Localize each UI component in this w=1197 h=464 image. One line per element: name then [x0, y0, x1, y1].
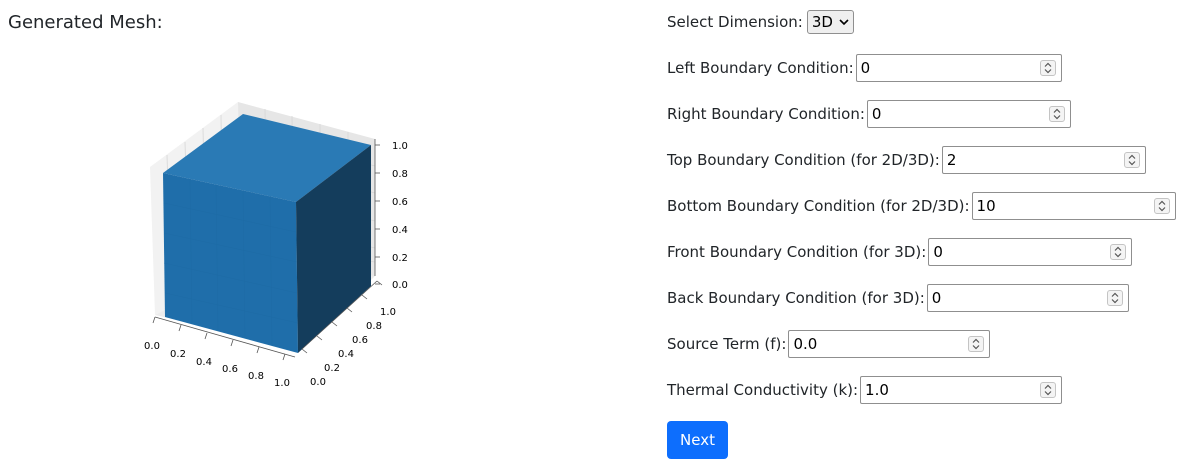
z-tick-label: 0.0 [392, 280, 408, 291]
y-tick-label: 0.0 [310, 377, 326, 388]
number-input-field[interactable] [871, 105, 1044, 123]
number-input-field[interactable] [865, 381, 1036, 399]
dimension-label: Select Dimension: [667, 13, 803, 31]
field-row: Left Boundary Condition: [667, 54, 1062, 82]
field-row: Source Term (f): [667, 330, 991, 358]
number-input[interactable] [788, 330, 991, 358]
x-tick-mark [178, 324, 182, 332]
number-input-field[interactable] [933, 243, 1106, 261]
field-label: Right Boundary Condition: [667, 105, 865, 123]
field-label: Left Boundary Condition: [667, 59, 854, 77]
number-input[interactable] [855, 54, 1062, 82]
x-tick-mark [256, 346, 260, 354]
z-tick-label: 0.2 [392, 253, 408, 264]
z-tick-label: 1.0 [392, 141, 408, 152]
y-tick-label: 0.4 [338, 349, 354, 360]
y-tick-label: 1.0 [380, 307, 396, 318]
field-label: Front Boundary Condition (for 3D): [667, 243, 927, 261]
x-tick-label: 0.6 [222, 364, 238, 375]
cube-front-face [163, 173, 298, 353]
x-tick-label: 0.4 [196, 357, 212, 368]
field-row: Back Boundary Condition (for 3D): [667, 284, 1129, 312]
field-label: Top Boundary Condition (for 2D/3D): [667, 151, 940, 169]
number-input[interactable] [971, 192, 1176, 220]
number-input[interactable] [941, 146, 1146, 174]
field-label: Back Boundary Condition (for 3D): [667, 289, 925, 307]
dimension-row: Select Dimension: 3D [667, 10, 854, 34]
spinner-icon[interactable] [968, 336, 985, 352]
number-input[interactable] [928, 238, 1133, 266]
spinner-icon[interactable] [1048, 106, 1065, 122]
spinner-icon[interactable] [1153, 198, 1170, 214]
mesh-title: Generated Mesh: [8, 12, 163, 33]
x-tick-label: 0.2 [170, 349, 186, 360]
x-tick-mark [152, 316, 156, 324]
number-input-field[interactable] [793, 335, 964, 353]
y-tick-mark [331, 321, 338, 327]
dimension-value: 3D [811, 13, 833, 31]
number-input-field[interactable] [946, 151, 1119, 169]
y-tick-label: 0.8 [366, 321, 382, 332]
field-row: Front Boundary Condition (for 3D): [667, 238, 1133, 266]
z-tick-label: 0.4 [392, 225, 408, 236]
z-tick-label: 0.8 [392, 169, 408, 180]
y-tick-mark [361, 294, 368, 300]
y-tick-label: 0.6 [352, 335, 368, 346]
field-row: Thermal Conductivity (k): [667, 376, 1063, 404]
x-tick-mark [230, 339, 234, 347]
dimension-select[interactable]: 3D [806, 10, 854, 34]
field-label: Bottom Boundary Condition (for 2D/3D): [667, 197, 970, 215]
field-row: Top Boundary Condition (for 2D/3D): [667, 146, 1146, 174]
y-tick-mark [301, 348, 308, 354]
x-tick-label: 0.8 [248, 371, 264, 382]
field-label: Thermal Conductivity (k): [667, 381, 859, 399]
number-input[interactable] [866, 100, 1071, 128]
field-row: Right Boundary Condition: [667, 100, 1071, 128]
field-label: Source Term (f): [667, 335, 787, 353]
z-tick-label: 0.6 [392, 197, 408, 208]
chevron-down-icon [839, 16, 849, 29]
mesh-plot: 0.0 0.2 0.4 0.6 0.8 1.0 0.0 0.2 0.4 0.6 0.8 1.0 0.0 0… [130, 95, 420, 404]
field-row: Bottom Boundary Condition (for 2D/3D): [667, 192, 1176, 220]
y-tick-mark [316, 335, 323, 341]
number-input-field[interactable] [976, 197, 1149, 215]
x-tick-mark [282, 353, 286, 361]
next-button[interactable]: Next [667, 421, 728, 459]
number-input[interactable] [926, 284, 1129, 312]
spinner-icon[interactable] [1106, 290, 1123, 306]
y-tick-label: 0.2 [324, 363, 340, 374]
number-input-field[interactable] [860, 59, 1035, 77]
spinner-icon[interactable] [1110, 244, 1127, 260]
spinner-icon[interactable] [1039, 60, 1056, 76]
spinner-icon[interactable] [1123, 152, 1140, 168]
number-input[interactable] [860, 376, 1063, 404]
spinner-icon[interactable] [1040, 382, 1057, 398]
y-tick-mark [346, 307, 353, 313]
x-tick-label: 1.0 [274, 378, 290, 389]
x-tick-label: 0.0 [144, 341, 160, 352]
mesh-3d-axes: 0.0 0.2 0.4 0.6 0.8 1.0 0.0 0.2 0.4 0.6 0.8 1.0 0.0 0… [144, 102, 408, 389]
x-tick-mark [204, 332, 208, 340]
number-input-field[interactable] [931, 289, 1102, 307]
